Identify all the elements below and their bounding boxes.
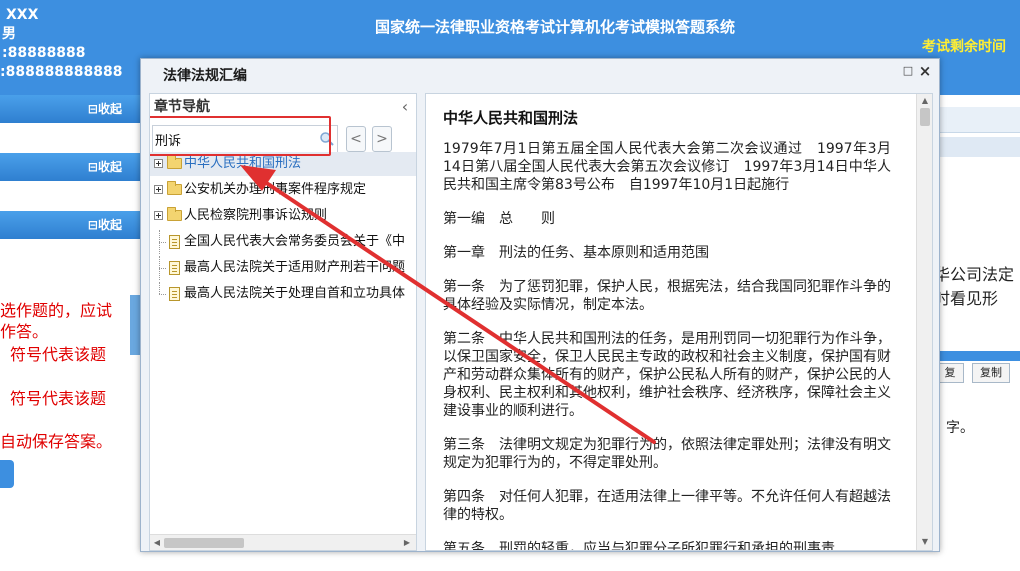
laws-dialog: 法律法规汇编 □ × 章节导航 ‹ < > 中华人民共和国刑法 公安机关办理刑事…	[140, 58, 940, 552]
search-input[interactable]	[155, 129, 315, 149]
law-content-pane: 中华人民共和国刑法 1979年7月1日第五届全国人民代表大会第二次会议通过 19…	[425, 93, 933, 551]
panel-splitter[interactable]	[130, 295, 140, 355]
law-paragraph: 第一章 刑法的任务、基本原则和适用范围	[443, 245, 709, 261]
tree-item-label: 人民检察院刑事诉讼规则	[184, 208, 328, 223]
scroll-thumb[interactable]	[164, 538, 244, 548]
exam-timer-label: 考试剩余时间	[922, 39, 1006, 55]
law-paragraph: 第一条 为了惩罚犯罪，保护人民，根据宪法，结合我国同犯罪作斗争的具体经验及实际情…	[443, 279, 891, 313]
tree-item-label: 中华人民共和国刑法	[184, 156, 302, 171]
left-panel: ⊟收起 ⊟收起 ⊟收起 选作题的，应试 作答。 符号代表该题 符号代表该题 自动…	[0, 95, 140, 571]
expand-icon[interactable]	[154, 185, 163, 194]
law-paragraph: 第四条 对任何人犯罪，在适用法律上一律平等。不允许任何人有超越法律的特权。	[443, 489, 891, 523]
tree-line	[159, 294, 166, 295]
document-icon	[169, 287, 180, 301]
maximize-icon[interactable]: □	[901, 64, 915, 80]
collapse-label: 收起	[97, 218, 122, 232]
chapter-nav-header: 章节导航	[154, 99, 210, 115]
collapse-label: 收起	[97, 102, 122, 116]
law-paragraph: 第五条 刑罚的轻重，应当与犯罪分子所犯罪行和承担的刑事责	[443, 541, 835, 551]
scroll-right-icon[interactable]: ▶	[402, 537, 412, 549]
copy-button[interactable]: 复制	[972, 363, 1010, 383]
law-title: 中华人民共和国刑法	[443, 109, 579, 127]
law-paragraph: 1979年7月1日第五届全国人民代表大会第二次会议通过 1997年3月14日第八…	[443, 141, 891, 193]
collapse-bar-3[interactable]: ⊟收起	[0, 211, 140, 239]
user-id: :88888888	[2, 45, 86, 61]
tree-line	[159, 242, 166, 243]
scroll-thumb[interactable]	[920, 108, 930, 126]
tree-item-criminal-law[interactable]: 中华人民共和国刑法	[150, 152, 416, 176]
scroll-up-icon[interactable]: ▲	[919, 95, 931, 107]
law-paragraph: 第三条 法律明文规定为犯罪行为的，依照法律定罪处刑；法律没有明文规定为犯罪行为的…	[443, 437, 891, 471]
content-vertical-scrollbar[interactable]: ▲ ▼	[916, 94, 932, 550]
tree-item-label: 全国人民代表大会常务委员会关于《中	[184, 234, 406, 249]
nav-horizontal-scrollbar[interactable]: ◀ ▶	[150, 534, 416, 550]
dialog-title: 法律法规汇编	[163, 68, 247, 84]
question-strip	[940, 137, 1020, 157]
tree-item-surrender-merit[interactable]: 最高人民法院关于处理自首和立功具体	[150, 282, 416, 306]
tree-item-label: 公安机关办理刑事案件程序规定	[184, 182, 367, 197]
user-gender: 男	[2, 26, 16, 42]
tree-item-npc-decision[interactable]: 全国人民代表大会常务委员会关于《中	[150, 230, 416, 254]
tree-item-label: 最高人民法院关于处理自首和立功具体	[184, 286, 406, 301]
left-action-button[interactable]	[0, 460, 14, 488]
copy-button-partial[interactable]: 复	[936, 363, 964, 383]
tree-item-label: 最高人民法院关于适用财产刑若干问题	[184, 260, 406, 275]
collapse-bar-1[interactable]: ⊟收起	[0, 95, 140, 123]
user-ticket: 号:888888888888	[0, 64, 123, 80]
document-icon	[169, 261, 180, 275]
pane-splitter[interactable]	[417, 93, 425, 551]
folder-icon	[167, 155, 182, 169]
law-paragraph: 第二条 中华人民共和国刑法的任务，是用刑罚同一切犯罪行为作斗争，以保卫国家安全，…	[443, 331, 891, 419]
editor-toolbar-bar	[940, 351, 1020, 361]
tree-line	[159, 282, 160, 294]
user-name: XXX	[6, 7, 39, 23]
question-text: 华公司法定	[934, 265, 1015, 284]
nav-collapse-icon[interactable]: ‹	[398, 98, 412, 116]
system-title: 国家统一法律职业资格考试计算机化考试模拟答题系统	[375, 18, 736, 36]
notice-line: 作答。	[0, 322, 49, 341]
next-match-button[interactable]: >	[372, 126, 392, 152]
question-area: 华公司法定 时看见形 复 复制 字。	[934, 95, 1020, 571]
folder-icon	[167, 181, 182, 195]
expand-icon[interactable]	[154, 159, 163, 168]
notice-line: 自动保存答案。	[0, 432, 113, 451]
question-text: 时看见形	[934, 289, 999, 308]
user-info: XXX 男 :88888888 号:888888888888	[0, 6, 123, 82]
scroll-down-icon[interactable]: ▼	[919, 536, 931, 548]
chapter-nav-pane: 章节导航 ‹ < > 中华人民共和国刑法 公安机关办理刑事案件程序规定 人民检察…	[149, 93, 417, 551]
notice-line: 符号代表该题	[10, 345, 107, 364]
law-body: 1979年7月1日第五届全国人民代表大会第二次会议通过 1997年3月14日第八…	[443, 140, 891, 551]
scroll-left-icon[interactable]: ◀	[152, 537, 162, 549]
answer-text: 字。	[946, 420, 974, 436]
question-tab	[940, 107, 1020, 133]
tree-item-procuratorate-rules[interactable]: 人民检察院刑事诉讼规则	[150, 204, 416, 228]
tree-item-property-penalty[interactable]: 最高人民法院关于适用财产刑若干问题	[150, 256, 416, 280]
collapse-bar-2[interactable]: ⊟收起	[0, 153, 140, 181]
collapse-label: 收起	[97, 160, 122, 174]
folder-icon	[167, 207, 182, 221]
notice-line: 符号代表该题	[10, 389, 107, 408]
tree-line	[159, 268, 166, 269]
tree-item-police-procedure[interactable]: 公安机关办理刑事案件程序规定	[150, 178, 416, 202]
document-icon	[169, 235, 180, 249]
prev-match-button[interactable]: <	[346, 126, 366, 152]
search-box	[152, 125, 338, 153]
search-icon[interactable]	[319, 131, 335, 147]
expand-icon[interactable]	[154, 211, 163, 220]
law-paragraph: 第一编 总 则	[443, 211, 555, 227]
close-icon[interactable]: ×	[917, 62, 933, 80]
